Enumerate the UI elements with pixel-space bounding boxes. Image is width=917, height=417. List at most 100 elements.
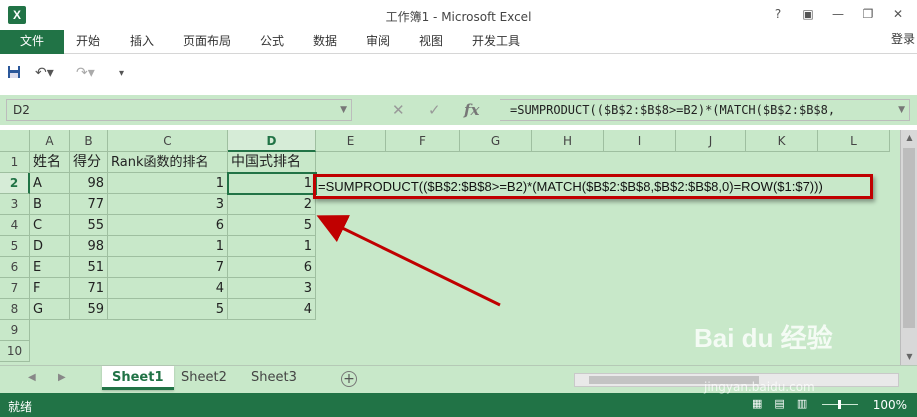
ribbon-display-icon[interactable]: ▣ <box>795 4 821 24</box>
cell-score[interactable]: 98 <box>70 236 108 257</box>
cell-name[interactable]: C <box>30 215 70 236</box>
cell-score[interactable]: 98 <box>70 173 108 194</box>
column-header[interactable]: L <box>818 130 890 152</box>
cell-cn-rank[interactable]: 5 <box>228 215 316 236</box>
row-header[interactable]: 4 <box>0 215 30 236</box>
name-box[interactable]: D2 ▼ <box>6 99 352 121</box>
column-header[interactable]: F <box>386 130 460 152</box>
cell-score[interactable]: 77 <box>70 194 108 215</box>
zoom-slider[interactable] <box>822 400 858 409</box>
cell-rank[interactable]: 5 <box>108 299 228 320</box>
login-link[interactable]: 登录 <box>891 30 915 47</box>
tab-insert[interactable]: 插入 <box>130 30 154 54</box>
tab-review[interactable]: 审阅 <box>366 30 390 54</box>
scroll-down-icon[interactable]: ▼ <box>901 349 917 365</box>
tab-developer[interactable]: 开发工具 <box>472 30 520 54</box>
formula-input[interactable]: =SUMPRODUCT(($B$2:$B$8>=B2)*(MATCH($B$2:… <box>500 99 910 121</box>
column-header[interactable]: G <box>460 130 532 152</box>
column-header[interactable]: I <box>604 130 676 152</box>
cell-cn-rank[interactable]: 1 <box>228 236 316 257</box>
row-header[interactable]: 10 <box>0 341 30 362</box>
sheet-tab[interactable]: Sheet2 <box>171 366 237 390</box>
cell-rank[interactable]: 3 <box>108 194 228 215</box>
sheet-tab[interactable]: Sheet3 <box>241 366 307 390</box>
insert-function-icon[interactable]: fx <box>464 99 479 121</box>
prev-sheet-icon[interactable]: ◀ <box>28 372 36 383</box>
add-sheet-icon[interactable]: + <box>341 371 357 387</box>
row-header-selected[interactable]: 2 <box>0 173 30 194</box>
tab-formulas[interactable]: 公式 <box>260 30 284 54</box>
zoom-knob[interactable] <box>838 400 841 409</box>
help-icon[interactable]: ? <box>765 4 791 24</box>
select-all-corner[interactable] <box>0 130 30 152</box>
column-header[interactable]: A <box>30 130 70 152</box>
scroll-up-icon[interactable]: ▲ <box>901 130 917 146</box>
cell-cn-rank[interactable]: 3 <box>228 278 316 299</box>
row-header[interactable]: 8 <box>0 299 30 320</box>
cell-c1[interactable]: Rank函数的排名 <box>108 152 228 173</box>
cell-score[interactable]: 71 <box>70 278 108 299</box>
cell-name[interactable]: E <box>30 257 70 278</box>
tab-home[interactable]: 开始 <box>76 30 100 54</box>
cell-cn-rank[interactable]: 6 <box>228 257 316 278</box>
cell-a1[interactable]: 姓名 <box>30 152 70 173</box>
watermark-url: jingyan.baidu.com <box>704 380 815 394</box>
redo-icon[interactable]: ↷▾ <box>76 65 95 81</box>
cell-score[interactable]: 59 <box>70 299 108 320</box>
row-header[interactable]: 5 <box>0 236 30 257</box>
scroll-thumb[interactable] <box>903 148 915 328</box>
customize-icon[interactable]: ▾ <box>119 68 124 79</box>
cell-d1[interactable]: 中国式排名 <box>228 152 316 173</box>
row-header[interactable]: 1 <box>0 152 30 173</box>
row-header[interactable]: 9 <box>0 320 30 341</box>
enter-icon[interactable]: ✓ <box>428 99 441 121</box>
row-header[interactable]: 3 <box>0 194 30 215</box>
column-header[interactable]: C <box>108 130 228 152</box>
cell-rank[interactable]: 4 <box>108 278 228 299</box>
close-icon[interactable]: ✕ <box>885 4 911 24</box>
cell-name[interactable]: B <box>30 194 70 215</box>
restore-icon[interactable]: ❐ <box>855 4 881 24</box>
formula-text: =SUMPRODUCT(($B$2:$B$8>=B2)*(MATCH($B$2:… <box>510 103 836 117</box>
save-icon[interactable] <box>7 65 21 83</box>
zoom-level[interactable]: 100% <box>873 398 907 412</box>
chevron-down-icon[interactable]: ▼ <box>340 100 347 120</box>
row-header[interactable]: 7 <box>0 278 30 299</box>
row-header[interactable]: 6 <box>0 257 30 278</box>
column-header-selected[interactable]: D <box>228 130 316 152</box>
status-bar: 就绪 ▦ ▤ ▥ 100% <box>0 393 917 417</box>
cell-name[interactable]: D <box>30 236 70 257</box>
column-header[interactable]: J <box>676 130 746 152</box>
cell-score[interactable]: 55 <box>70 215 108 236</box>
cell-name[interactable]: G <box>30 299 70 320</box>
cell-name[interactable]: A <box>30 173 70 194</box>
cell-name[interactable]: F <box>30 278 70 299</box>
minimize-icon[interactable]: — <box>825 4 851 24</box>
next-sheet-icon[interactable]: ▶ <box>58 372 66 383</box>
column-header[interactable]: K <box>746 130 818 152</box>
expand-formula-icon[interactable]: ▼ <box>898 100 905 120</box>
column-header[interactable]: E <box>316 130 386 152</box>
vertical-scrollbar[interactable]: ▲ ▼ <box>900 130 917 365</box>
column-header[interactable]: H <box>532 130 604 152</box>
undo-icon[interactable]: ↶▾ <box>35 65 54 81</box>
tab-view[interactable]: 视图 <box>419 30 443 54</box>
cell-rank[interactable]: 7 <box>108 257 228 278</box>
cell-b1[interactable]: 得分 <box>70 152 108 173</box>
tab-page-layout[interactable]: 页面布局 <box>183 30 231 54</box>
tab-data[interactable]: 数据 <box>313 30 337 54</box>
cell-rank[interactable]: 1 <box>108 173 228 194</box>
cell-cn-rank[interactable]: 4 <box>228 299 316 320</box>
column-header[interactable]: B <box>70 130 108 152</box>
cell-cn-rank[interactable]: 2 <box>228 194 316 215</box>
normal-view-icon[interactable]: ▦ <box>752 397 762 410</box>
cell-rank[interactable]: 1 <box>108 236 228 257</box>
sheet-tab-active[interactable]: Sheet1 <box>102 366 174 390</box>
cell-rank[interactable]: 6 <box>108 215 228 236</box>
view-buttons: ▦ ▤ ▥ <box>752 397 807 410</box>
cell-score[interactable]: 51 <box>70 257 108 278</box>
page-layout-view-icon[interactable]: ▤ <box>774 397 784 410</box>
page-break-view-icon[interactable]: ▥ <box>797 397 807 410</box>
cancel-icon[interactable]: ✕ <box>392 99 405 121</box>
tab-file[interactable]: 文件 <box>0 30 64 54</box>
